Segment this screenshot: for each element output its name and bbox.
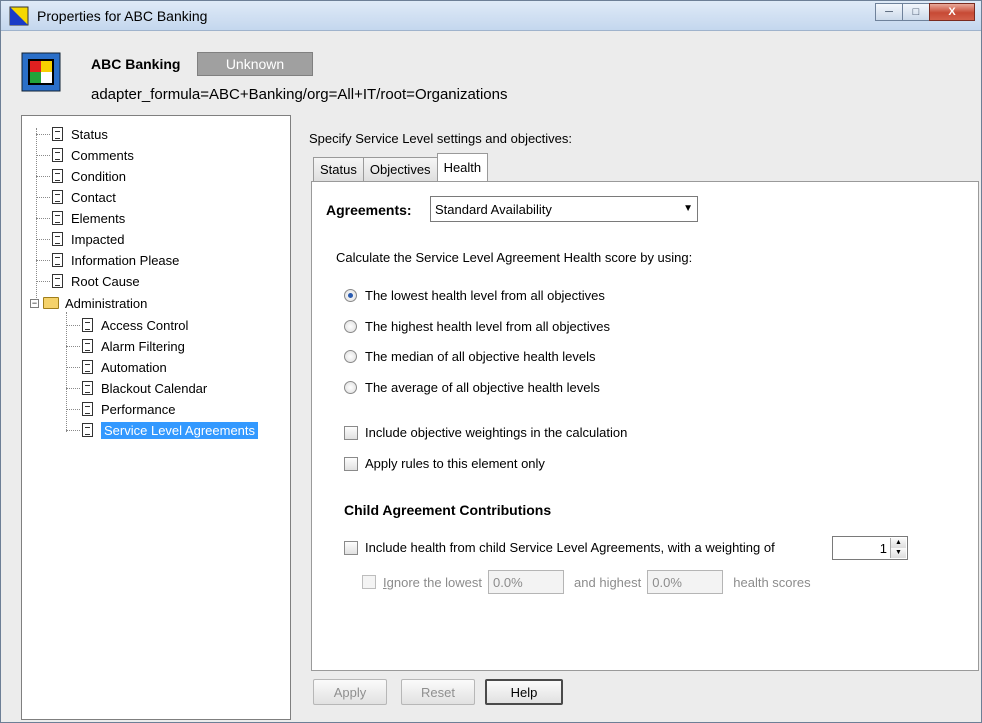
window-title: Properties for ABC Banking — [37, 8, 208, 24]
option-highest-health[interactable]: The highest health level from all object… — [344, 319, 610, 334]
status-badge: Unknown — [197, 52, 313, 76]
ignore-scores-row: Ignore the lowest 0.0% and highest 0.0% … — [362, 570, 811, 594]
health-tab-content: Agreements: Standard Availability ▼ Calc… — [311, 181, 979, 671]
apply-button[interactable]: Apply — [313, 679, 387, 705]
tree-item-root-cause[interactable]: Root Cause — [52, 271, 140, 291]
tree-item-service-level-agreements[interactable]: Service Level Agreements — [82, 420, 259, 440]
tree-item-elements[interactable]: Elements — [52, 208, 125, 228]
agreements-select[interactable]: Standard Availability ▼ — [430, 196, 698, 222]
radio-highest-health[interactable] — [344, 320, 357, 333]
document-icon — [82, 360, 93, 374]
document-icon — [52, 169, 63, 183]
dropdown-arrow-icon[interactable]: ▼ — [683, 203, 693, 214]
ignore-scores-checkbox[interactable] — [362, 575, 376, 589]
calculation-label: Calculate the Service Level Agreement He… — [336, 250, 693, 265]
title-bar: Properties for ABC Banking ─ □ X — [1, 1, 981, 31]
organization-icon — [21, 52, 61, 92]
option-lowest-health[interactable]: The lowest health level from all objecti… — [344, 288, 605, 303]
radio-average-health[interactable] — [344, 381, 357, 394]
child-contributions-title: Child Agreement Contributions — [344, 502, 552, 518]
close-button[interactable]: X — [929, 3, 975, 21]
app-icon — [9, 6, 29, 26]
option-average-health[interactable]: The average of all objective health leve… — [344, 380, 600, 395]
document-icon — [52, 274, 63, 288]
tab-status[interactable]: Status — [313, 157, 364, 181]
include-weightings-checkbox[interactable] — [344, 425, 358, 440]
properties-window: Properties for ABC Banking ─ □ X ABC Ban… — [0, 0, 982, 723]
spin-up-icon[interactable]: ▲ — [891, 538, 906, 548]
org-name: ABC Banking — [91, 56, 181, 72]
tree-item-access-control[interactable]: Access Control — [82, 315, 188, 335]
window-controls: ─ □ X — [875, 3, 975, 21]
ignore-label: Ignore the lowest — [383, 574, 483, 590]
tree-item-blackout-calendar[interactable]: Blackout Calendar — [82, 378, 207, 398]
minimize-button[interactable]: ─ — [875, 3, 903, 21]
document-icon — [82, 402, 93, 416]
agreements-selected-value: Standard Availability — [435, 201, 552, 217]
tree-item-comments[interactable]: Comments — [52, 145, 134, 165]
weighting-spinner[interactable]: 1 ▲ ▼ — [832, 536, 908, 560]
option-median-health[interactable]: The median of all objective health level… — [344, 349, 596, 364]
document-icon — [52, 190, 63, 204]
help-button[interactable]: Help — [485, 679, 563, 705]
tab-health[interactable]: Health — [436, 153, 489, 181]
maximize-button[interactable]: □ — [902, 3, 930, 21]
document-icon — [82, 318, 93, 332]
document-icon — [52, 211, 63, 225]
document-icon — [52, 253, 63, 267]
tree-item-status[interactable]: Status — [52, 124, 108, 144]
tree-item-automation[interactable]: Automation — [82, 357, 167, 377]
agreements-label: Agreements: — [326, 202, 412, 218]
collapse-icon[interactable]: − — [30, 298, 39, 308]
include-child-health-row[interactable]: Include health from child Service Level … — [344, 540, 775, 555]
document-icon — [82, 423, 93, 437]
tree-item-condition[interactable]: Condition — [52, 166, 126, 186]
radio-lowest-health[interactable] — [344, 289, 357, 302]
tree-item-contact[interactable]: Contact — [52, 187, 116, 207]
document-icon — [52, 127, 63, 141]
document-icon — [82, 381, 93, 395]
spin-down-icon[interactable]: ▼ — [891, 548, 906, 558]
property-tree: Status Comments Condition Contact Elemen… — [21, 115, 291, 720]
document-icon — [52, 232, 63, 246]
radio-median-health[interactable] — [344, 350, 357, 363]
tree-item-alarm-filtering[interactable]: Alarm Filtering — [82, 336, 185, 356]
document-icon — [52, 148, 63, 162]
lowest-percent-field[interactable]: 0.0% — [488, 570, 565, 594]
reset-button[interactable]: Reset — [401, 679, 475, 705]
object-header: ABC Banking Unknown adapter_formula=ABC+… — [1, 32, 981, 114]
and-highest-label: and highest — [574, 574, 642, 590]
tab-objectives[interactable]: Objectives — [362, 157, 438, 181]
tree-item-administration[interactable]: − Administration — [30, 293, 147, 313]
instruction-text: Specify Service Level settings and objec… — [309, 131, 573, 146]
folder-open-icon — [43, 297, 59, 309]
apply-rules-row[interactable]: Apply rules to this element only — [344, 456, 545, 471]
tree-item-impacted[interactable]: Impacted — [52, 229, 124, 249]
apply-rules-checkbox[interactable] — [344, 456, 358, 471]
document-icon — [82, 339, 93, 353]
tab-bar: Status Objectives Health — [313, 153, 489, 181]
tree-item-information-please[interactable]: Information Please — [52, 250, 179, 270]
include-child-health-checkbox[interactable] — [344, 540, 358, 555]
tree-item-performance[interactable]: Performance — [82, 399, 175, 419]
include-weightings-row[interactable]: Include objective weightings in the calc… — [344, 425, 627, 440]
adapter-formula: adapter_formula=ABC+Banking/org=All+IT/r… — [91, 86, 508, 103]
highest-percent-field[interactable]: 0.0% — [647, 570, 724, 594]
settings-panel: Specify Service Level settings and objec… — [295, 115, 981, 720]
health-scores-label: health scores — [733, 574, 811, 590]
weighting-value: 1 — [879, 540, 887, 556]
